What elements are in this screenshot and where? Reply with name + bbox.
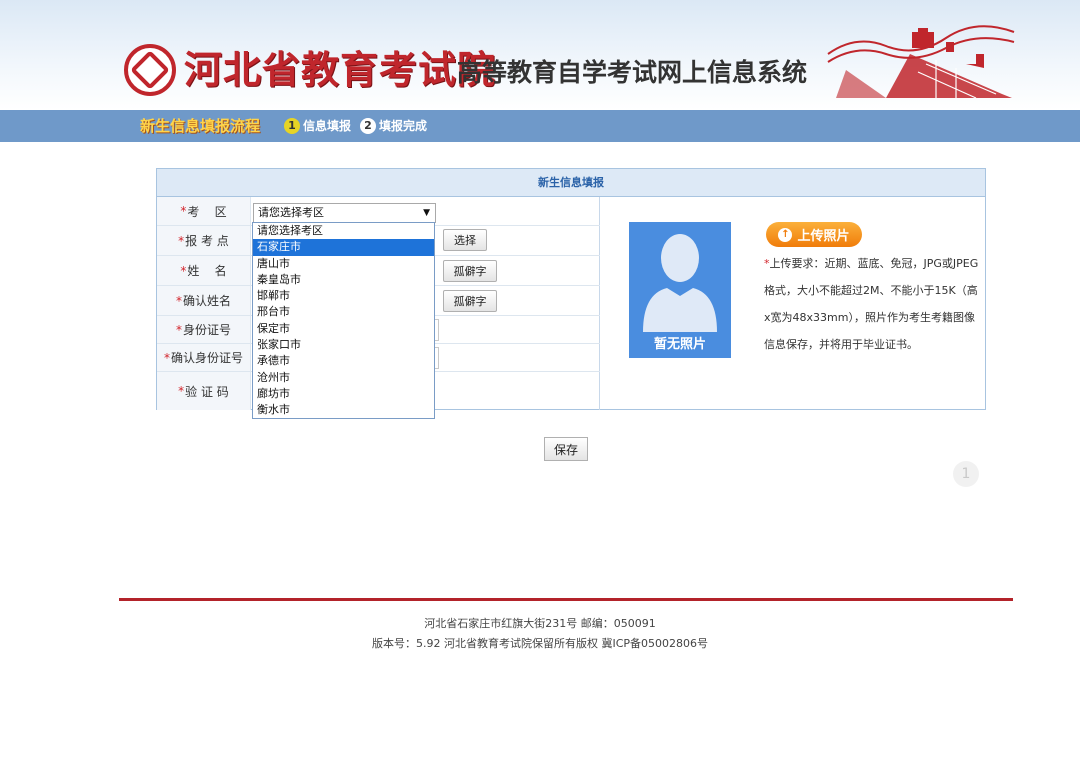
logo-seal-icon [124,44,176,96]
rare-char-button[interactable]: 孤僻字 [443,260,497,282]
exam-area-dropdown-list[interactable]: 请您选择考区 石家庄市 唐山市 秦皇岛市 邯郸市 邢台市 保定市 张家口市 承德… [252,222,435,419]
required-mark: * [163,350,170,365]
footer-copyright: 版本号：5.92 河北省教育考试院保留所有版权 冀ICP备05002806号 [371,637,709,650]
dropdown-option[interactable]: 沧州市 [253,370,434,386]
person-silhouette-icon [643,234,717,332]
required-mark: * [180,263,187,278]
step-label: 信息填报 [303,119,352,133]
process-title: 新生信息填报流程 [140,117,261,135]
dropdown-option-highlighted[interactable]: 石家庄市 [253,239,434,256]
field-label: * 确认姓名 [157,286,251,315]
dropdown-option[interactable]: 承德市 [253,353,434,369]
exam-area-select[interactable]: 请您选择考区 ▼ [253,203,436,223]
rare-char-button[interactable]: 孤僻字 [443,290,497,312]
dropdown-option[interactable]: 秦皇岛市 [253,272,434,288]
required-mark: * [178,384,185,398]
dropdown-option[interactable]: 邯郸市 [253,288,434,304]
dropdown-option[interactable]: 唐山市 [253,256,434,272]
required-mark: * [175,322,182,337]
field-label-text: 报 考 点 [185,234,229,248]
site-header: 河北省教育考试院 高等教育自学考试网上信息系统 [0,0,1080,110]
dropdown-option[interactable]: 衡水市 [253,402,434,418]
required-mark: * [180,204,187,218]
upload-photo-button[interactable]: ↑ 上传照片 [766,222,862,247]
dropdown-option[interactable]: 张家口市 [253,337,434,353]
process-step-1: 1 信息填报 [284,117,351,135]
footer-address: 河北省石家庄市红旗大街231号 邮编：050091 [424,617,656,630]
photo-requirements-text: 上传要求：近期、蓝底、免冠，JPG或JPEG格式，大小不能超过2M、不能小于15… [764,257,979,351]
required-mark: * [178,233,185,248]
field-label-text: 姓 名 [187,264,227,278]
field-label: * 姓 名 [157,256,251,285]
step-number-badge: 1 [284,118,300,134]
field-label: * 身份证号 [157,316,251,343]
step-number-badge: 2 [360,118,376,134]
process-step-2: 2 填报完成 [360,117,427,135]
system-title: 高等教育自学考试网上信息系统 [457,58,808,87]
upload-arrow-icon: ↑ [778,227,793,242]
dropdown-option[interactable]: 廊坊市 [253,386,434,402]
field-label-text: 验 证 码 [185,384,229,399]
upload-photo-label: 上传照片 [797,229,850,244]
dropdown-option[interactable]: 请您选择考区 [253,223,434,239]
dropdown-arrow-icon: ▼ [423,208,430,218]
field-label: * 报 考 点 [157,226,251,255]
field-label: * 确认身份证号 [157,344,251,371]
field-label: * 考 区 [157,197,251,225]
required-mark: * [175,293,182,308]
panel-title: 新生信息填报 [157,169,985,197]
great-wall-icon [827,25,1015,99]
choose-site-button[interactable]: 选择 [443,229,487,251]
dropdown-option[interactable]: 邢台市 [253,304,434,320]
field-label: * 验 证 码 [157,372,251,410]
no-photo-label: 暂无照片 [653,337,706,352]
process-bar: 新生信息填报流程 1 信息填报 2 填报完成 [0,110,1080,142]
dropdown-option[interactable]: 保定市 [253,321,434,337]
logo-name: 河北省教育考试院 [184,47,497,92]
page-number-badge[interactable]: 1 [953,461,979,487]
step-label: 填报完成 [379,119,428,133]
field-label-text: 考 区 [187,204,227,219]
photo-requirements: *上传要求：近期、蓝底、免冠，JPG或JPEG格式，大小不能超过2M、不能小于1… [764,250,982,358]
field-label-text: 确认身份证号 [170,351,243,365]
field-label-text: 身份证号 [182,323,231,337]
save-button[interactable]: 保存 [544,437,588,461]
footer-divider [119,598,1013,601]
exam-area-select-value: 请您选择考区 [258,206,324,219]
field-label-text: 确认姓名 [182,294,231,308]
photo-placeholder: 暂无照片 [629,222,731,358]
